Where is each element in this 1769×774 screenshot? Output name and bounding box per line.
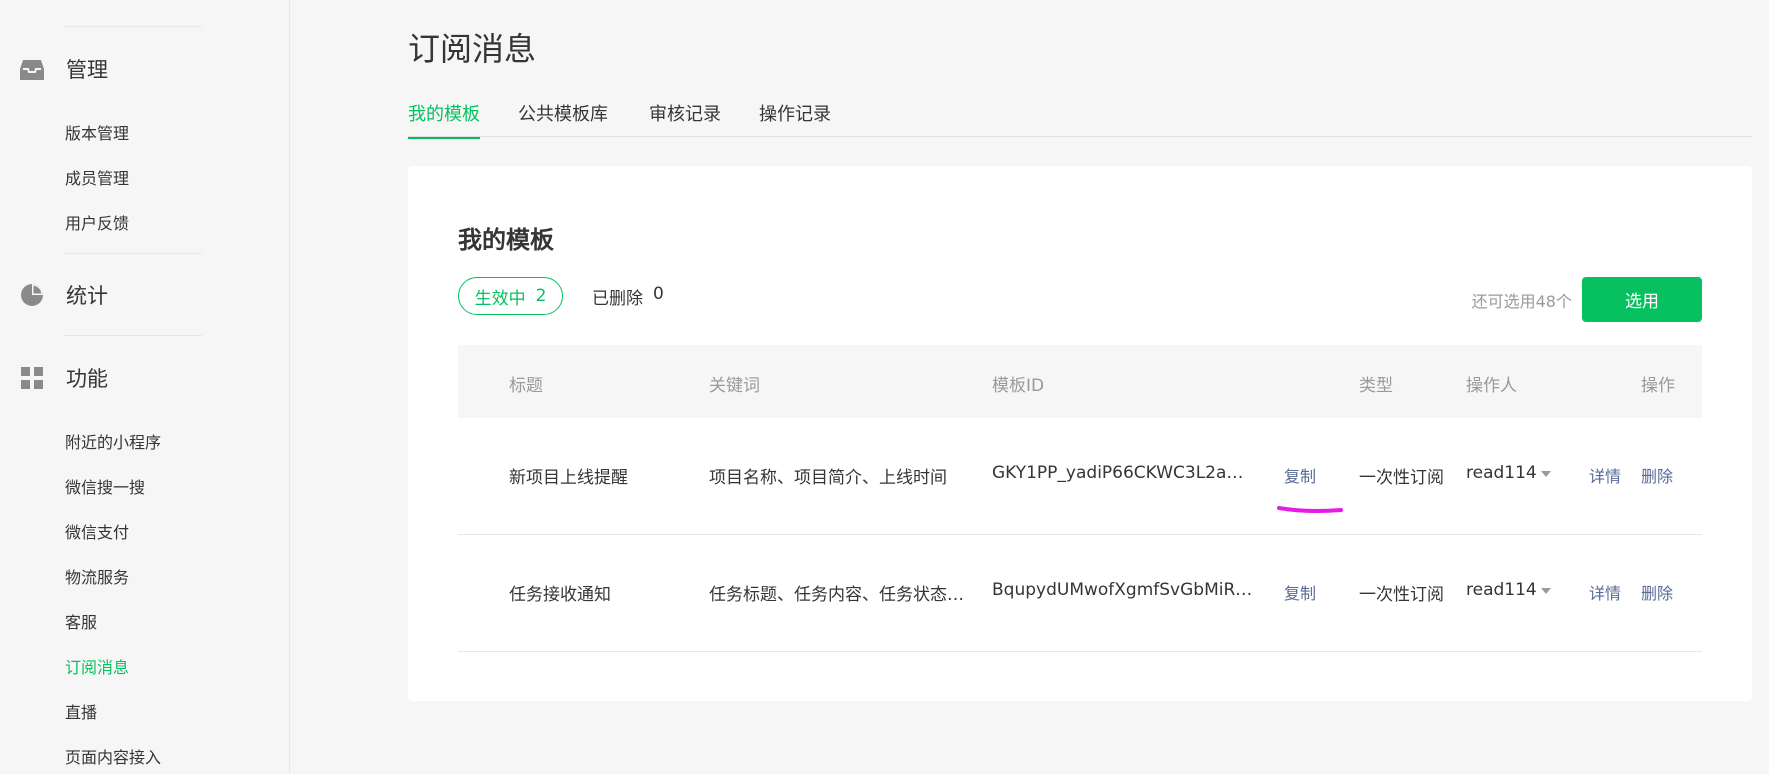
remaining-quota: 还可选用48个 bbox=[1471, 292, 1572, 311]
sidebar-item-customer-service[interactable]: 客服 bbox=[65, 609, 97, 633]
table-header: 标题 关键词 模板ID 类型 操作人 操作 bbox=[458, 345, 1702, 418]
table-row: 新项目上线提醒 项目名称、项目简介、上线时间 GKY1PP_yadiP66CKW… bbox=[458, 418, 1702, 535]
filter-active-label: 生效中 bbox=[474, 288, 526, 309]
inbox-icon bbox=[20, 57, 44, 81]
operator-dropdown[interactable]: read114 bbox=[1466, 580, 1551, 600]
cell-keywords: 项目名称、项目简介、上线时间 bbox=[709, 468, 947, 488]
caret-down-icon bbox=[1540, 471, 1551, 477]
template-table: 标题 关键词 模板ID 类型 操作人 操作 新项目上线提醒 项目名称、项目简介、… bbox=[458, 345, 1702, 652]
cell-template-id: BqupydUMwofXgmfSvGbMiR… bbox=[992, 580, 1253, 600]
header-keywords: 关键词 bbox=[709, 376, 760, 396]
tab-public-library[interactable]: 公共模板库 bbox=[518, 100, 608, 137]
header-type: 类型 bbox=[1359, 376, 1393, 396]
sidebar-item-pay[interactable]: 微信支付 bbox=[65, 519, 129, 543]
highlight-annotation bbox=[1277, 506, 1343, 514]
caret-down-icon bbox=[1540, 588, 1551, 594]
delete-link[interactable]: 删除 bbox=[1641, 580, 1673, 604]
filter-deleted-count: 0 bbox=[653, 284, 664, 304]
header-title: 标题 bbox=[509, 376, 543, 396]
sidebar-group-label: 功能 bbox=[66, 367, 108, 391]
sidebar-group-manage[interactable]: 管理 bbox=[20, 53, 108, 85]
cell-type: 一次性订阅 bbox=[1359, 585, 1444, 605]
tab-operation-records[interactable]: 操作记录 bbox=[759, 100, 831, 137]
cell-type: 一次性订阅 bbox=[1359, 468, 1444, 488]
card-title: 我的模板 bbox=[458, 226, 554, 254]
detail-link[interactable]: 详情 bbox=[1589, 463, 1621, 487]
sidebar-item-nearby[interactable]: 附近的小程序 bbox=[65, 429, 161, 453]
table-row: 任务接收通知 任务标题、任务内容、任务状态… BqupydUMwofXgmfSv… bbox=[458, 535, 1702, 652]
template-card: 我的模板 生效中 2 已删除 0 还可选用48个 选用 标题 关键词 模板ID … bbox=[408, 166, 1752, 701]
sidebar-group-label: 管理 bbox=[66, 58, 108, 82]
copy-link[interactable]: 复制 bbox=[1284, 580, 1316, 604]
header-actions: 操作 bbox=[1641, 376, 1675, 396]
cell-keywords: 任务标题、任务内容、任务状态… bbox=[709, 585, 964, 605]
cell-template-id: GKY1PP_yadiP66CKWC3L2a… bbox=[992, 463, 1244, 483]
filter-active-count: 2 bbox=[535, 286, 547, 306]
sidebar-group-features[interactable]: 功能 bbox=[20, 362, 108, 394]
filter-active[interactable]: 生效中 2 bbox=[458, 277, 563, 315]
cell-title: 任务接收通知 bbox=[509, 585, 611, 605]
sidebar-group-stats[interactable]: 统计 bbox=[20, 279, 108, 311]
divider bbox=[64, 26, 202, 27]
pie-chart-icon bbox=[20, 283, 44, 307]
sidebar-item-feedback[interactable]: 用户反馈 bbox=[65, 210, 129, 234]
sidebar-item-version[interactable]: 版本管理 bbox=[65, 120, 129, 144]
sidebar-item-live[interactable]: 直播 bbox=[65, 699, 97, 723]
filter-deleted-label: 已删除 bbox=[592, 289, 643, 309]
sidebar-item-members[interactable]: 成员管理 bbox=[65, 165, 129, 189]
tab-my-templates[interactable]: 我的模板 bbox=[408, 100, 480, 139]
sidebar-item-subscribe-messages[interactable]: 订阅消息 bbox=[65, 654, 129, 678]
tab-review-records[interactable]: 审核记录 bbox=[649, 100, 721, 137]
sidebar-item-logistics[interactable]: 物流服务 bbox=[65, 564, 129, 588]
sidebar-group-label: 统计 bbox=[66, 284, 108, 308]
delete-link[interactable]: 删除 bbox=[1641, 463, 1673, 487]
sidebar-item-search[interactable]: 微信搜一搜 bbox=[65, 474, 145, 498]
operator-dropdown[interactable]: read114 bbox=[1466, 463, 1551, 483]
tab-bar: 我的模板 公共模板库 审核记录 操作记录 bbox=[408, 94, 1752, 139]
operator-name: read114 bbox=[1466, 580, 1537, 600]
sidebar: 管理 版本管理 成员管理 用户反馈 统计 功能 附近的小程序 微信搜一搜 微信支… bbox=[0, 0, 290, 774]
sidebar-item-page-content[interactable]: 页面内容接入 bbox=[65, 744, 161, 768]
divider bbox=[64, 253, 202, 254]
cell-title: 新项目上线提醒 bbox=[509, 468, 628, 488]
detail-link[interactable]: 详情 bbox=[1589, 580, 1621, 604]
copy-link[interactable]: 复制 bbox=[1284, 463, 1316, 487]
operator-name: read114 bbox=[1466, 463, 1537, 483]
header-template-id: 模板ID bbox=[992, 376, 1045, 396]
grid-icon bbox=[20, 366, 44, 390]
divider bbox=[64, 335, 202, 336]
header-operator: 操作人 bbox=[1466, 376, 1517, 396]
page-title: 订阅消息 bbox=[408, 30, 537, 68]
select-template-button[interactable]: 选用 bbox=[1582, 277, 1702, 322]
filter-deleted[interactable]: 已删除 0 bbox=[592, 284, 664, 309]
